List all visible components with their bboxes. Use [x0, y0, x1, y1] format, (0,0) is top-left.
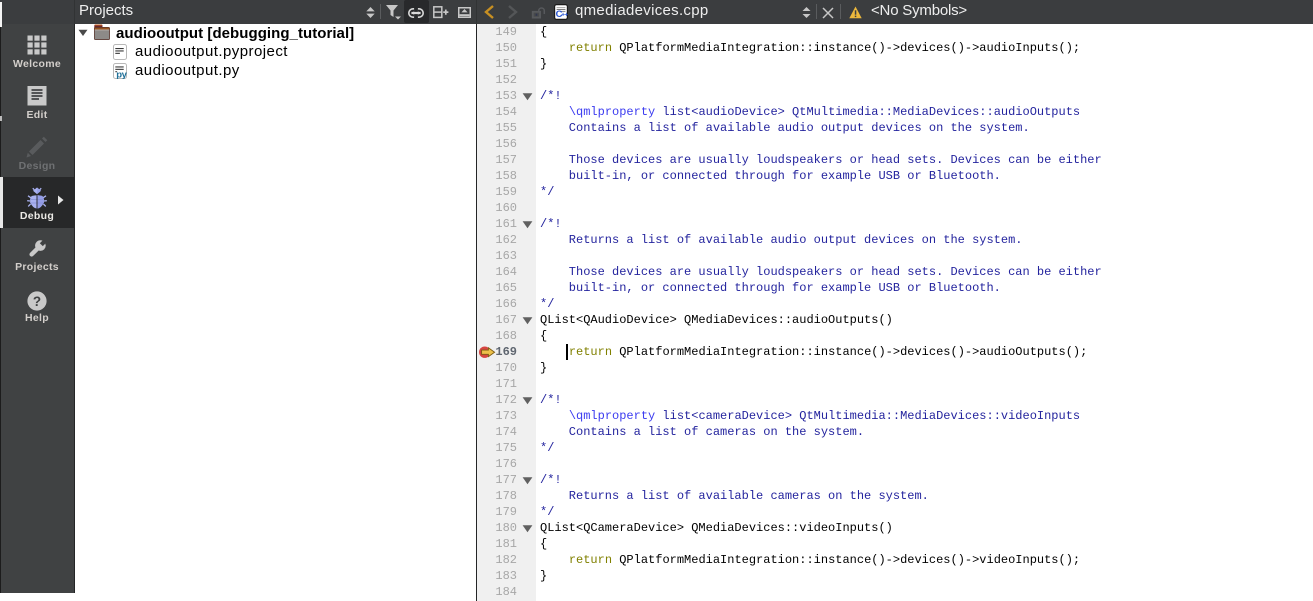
- svg-text:?: ?: [33, 294, 41, 309]
- svg-text:py: py: [116, 69, 127, 79]
- svg-text:++: ++: [561, 11, 568, 18]
